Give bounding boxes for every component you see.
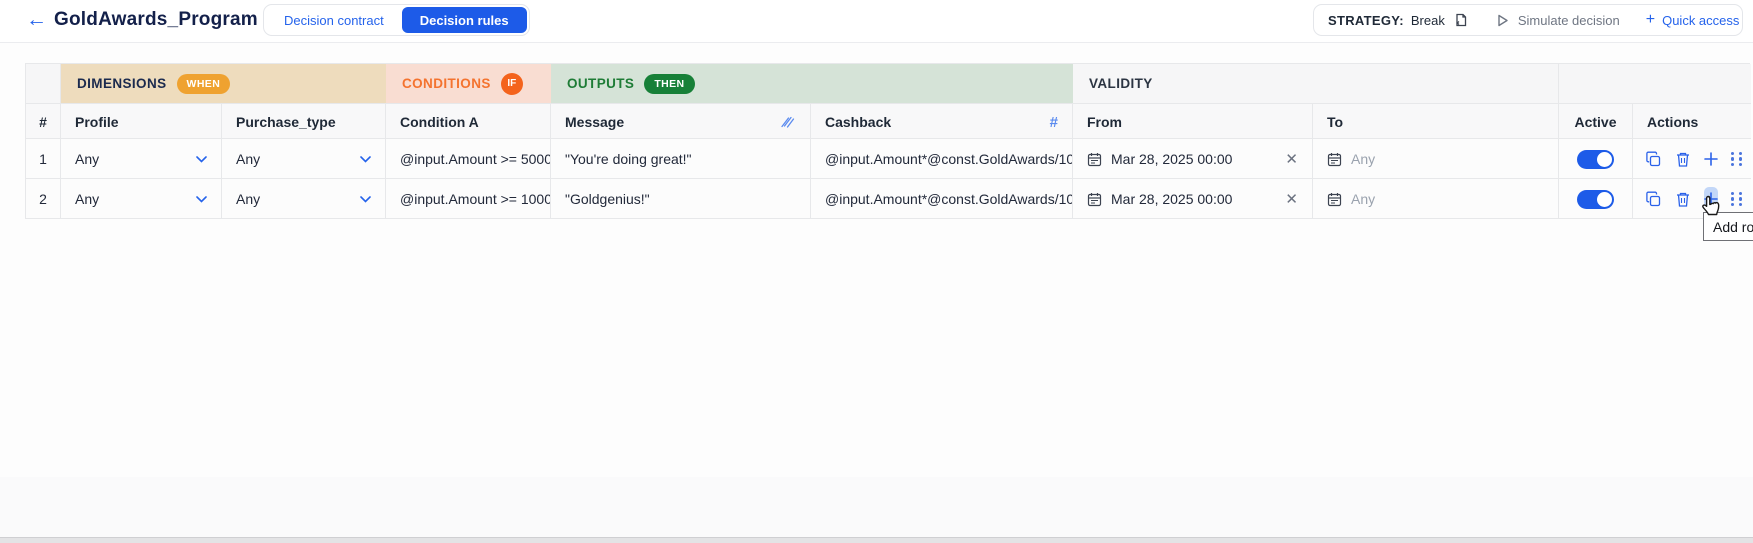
chevron-down-icon [360, 155, 371, 163]
purchase-type-dropdown[interactable]: Any [222, 179, 386, 219]
col-header-to: To [1313, 104, 1559, 140]
decision-rules-table: DIMENSIONS WHEN CONDITIONS IF OUTPUTS TH… [25, 63, 1751, 219]
rule-row-2: 2 Any Any @input.Amount >= 1000 "Goldgen… [26, 179, 1751, 219]
clear-date-icon[interactable]: ✕ [1285, 150, 1298, 168]
page-title: GoldAwards_Program [54, 9, 258, 30]
group-cell-empty [1559, 64, 1751, 103]
plus-icon: + [1645, 11, 1656, 28]
add-row-icon[interactable] [1704, 147, 1718, 171]
validity-from-field[interactable]: Mar 28, 2025 00:00 ✕ [1073, 179, 1313, 219]
strategy-label: STRATEGY: [1328, 12, 1404, 28]
message-header-label: Message [565, 114, 625, 130]
col-header-purchase-type: Purchase_type [222, 104, 386, 140]
profile-value: Any [75, 151, 100, 167]
text-type-pen-icon [781, 116, 795, 128]
active-toggle[interactable] [1577, 149, 1614, 169]
col-header-from: From [1073, 104, 1313, 140]
group-conditions: CONDITIONS IF [386, 64, 551, 103]
rule-row-1: 1 Any Any @input.Amount >= 5000 "You're … [26, 139, 1751, 179]
dimensions-label: DIMENSIONS [77, 76, 167, 91]
cashback-header-label: Cashback [825, 114, 892, 130]
clear-date-icon[interactable]: ✕ [1285, 190, 1298, 208]
change-strategy-icon[interactable] [1453, 12, 1469, 28]
quick-access-label: Quick access [1662, 12, 1740, 28]
row-number: 1 [26, 139, 61, 179]
profile-dropdown[interactable]: Any [61, 139, 222, 179]
calendar-icon [1087, 152, 1102, 166]
group-cell-empty [26, 64, 61, 103]
drag-handle-icon[interactable] [1731, 191, 1743, 207]
group-dimensions: DIMENSIONS WHEN [61, 64, 386, 103]
from-date-value: Mar 28, 2025 00:00 [1111, 191, 1233, 207]
horizontal-scrollbar [0, 462, 1753, 477]
validity-to-field[interactable]: Any [1313, 179, 1559, 219]
strategy-toolbar: STRATEGY: Break Simulate decision + Quic… [1313, 4, 1743, 36]
validity-from-field[interactable]: Mar 28, 2025 00:00 ✕ [1073, 139, 1313, 179]
col-header-num: # [26, 104, 61, 140]
calendar-icon [1087, 192, 1102, 206]
window-bottom-edge [0, 537, 1753, 543]
delete-row-icon[interactable] [1675, 189, 1691, 209]
back-arrow-icon[interactable]: ← [26, 8, 47, 32]
cashback-field[interactable]: @input.Amount*@const.GoldAwards/100 [811, 139, 1073, 179]
from-date-value: Mar 28, 2025 00:00 [1111, 151, 1233, 167]
condition-a-field[interactable]: @input.Amount >= 1000 [386, 179, 551, 219]
column-header-row: # Profile Purchase_type Condition A Mess… [26, 103, 1751, 140]
outputs-label: OUTPUTS [567, 76, 635, 91]
delete-row-icon[interactable] [1675, 149, 1691, 169]
profile-dropdown[interactable]: Any [61, 179, 222, 219]
message-field[interactable]: "Goldgenius!" [551, 179, 811, 219]
play-icon [1498, 14, 1508, 26]
number-type-hash-icon: # [1049, 113, 1058, 131]
strategy-value: Break [1410, 12, 1445, 28]
calendar-icon [1327, 152, 1342, 166]
quick-access-button[interactable]: + Quick access [1646, 12, 1740, 28]
actions-cell [1633, 139, 1751, 179]
tab-decision-rules[interactable]: Decision rules [401, 7, 527, 33]
simulate-decision-label: Simulate decision [1517, 12, 1620, 28]
active-cell [1559, 179, 1633, 219]
to-date-value: Any [1351, 191, 1376, 207]
tab-decision-contract[interactable]: Decision contract [266, 7, 402, 33]
hand-cursor-icon [1699, 194, 1723, 225]
when-badge: WHEN [176, 73, 231, 94]
col-header-message: Message [551, 104, 811, 140]
profile-value: Any [75, 191, 100, 207]
active-cell [1559, 139, 1633, 179]
group-validity: VALIDITY [1073, 64, 1559, 103]
then-badge: THEN [644, 73, 695, 94]
col-header-cashback: Cashback # [811, 104, 1073, 140]
col-header-active: Active [1559, 104, 1633, 140]
duplicate-row-icon[interactable] [1645, 149, 1662, 169]
if-badge: IF [500, 72, 523, 95]
purchase-type-value: Any [236, 151, 261, 167]
purchase-type-value: Any [236, 191, 261, 207]
to-date-value: Any [1351, 151, 1376, 167]
chevron-down-icon [196, 155, 207, 163]
condition-a-field[interactable]: @input.Amount >= 5000 [386, 139, 551, 179]
validity-to-field[interactable]: Any [1313, 139, 1559, 179]
footer-bar: Cancel Save [0, 477, 1753, 537]
simulate-decision-button[interactable]: Simulate decision [1495, 13, 1620, 28]
purchase-type-dropdown[interactable]: Any [222, 139, 386, 179]
view-tab-group: Decision contract Decision rules [263, 4, 530, 36]
validity-label: VALIDITY [1089, 76, 1153, 91]
col-header-profile: Profile [61, 104, 222, 140]
conditions-label: CONDITIONS [402, 76, 491, 91]
drag-handle-icon[interactable] [1731, 151, 1743, 167]
duplicate-row-icon[interactable] [1645, 189, 1662, 209]
group-header-row: DIMENSIONS WHEN CONDITIONS IF OUTPUTS TH… [26, 64, 1751, 103]
cashback-field[interactable]: @input.Amount*@const.GoldAwards/100 [811, 179, 1073, 219]
message-field[interactable]: "You're doing great!" [551, 139, 811, 179]
active-toggle[interactable] [1577, 189, 1614, 209]
chevron-down-icon [360, 195, 371, 203]
col-header-condition-a: Condition A [386, 104, 551, 140]
decision-rules-page: ← GoldAwards_Program Decision contract D… [0, 0, 1753, 543]
row-number: 2 [26, 179, 61, 219]
group-outputs: OUTPUTS THEN [551, 64, 1073, 103]
chevron-down-icon [196, 195, 207, 203]
top-header-bar: ← GoldAwards_Program Decision contract D… [0, 0, 1753, 43]
col-header-actions: Actions [1647, 114, 1699, 130]
calendar-icon [1327, 192, 1342, 206]
